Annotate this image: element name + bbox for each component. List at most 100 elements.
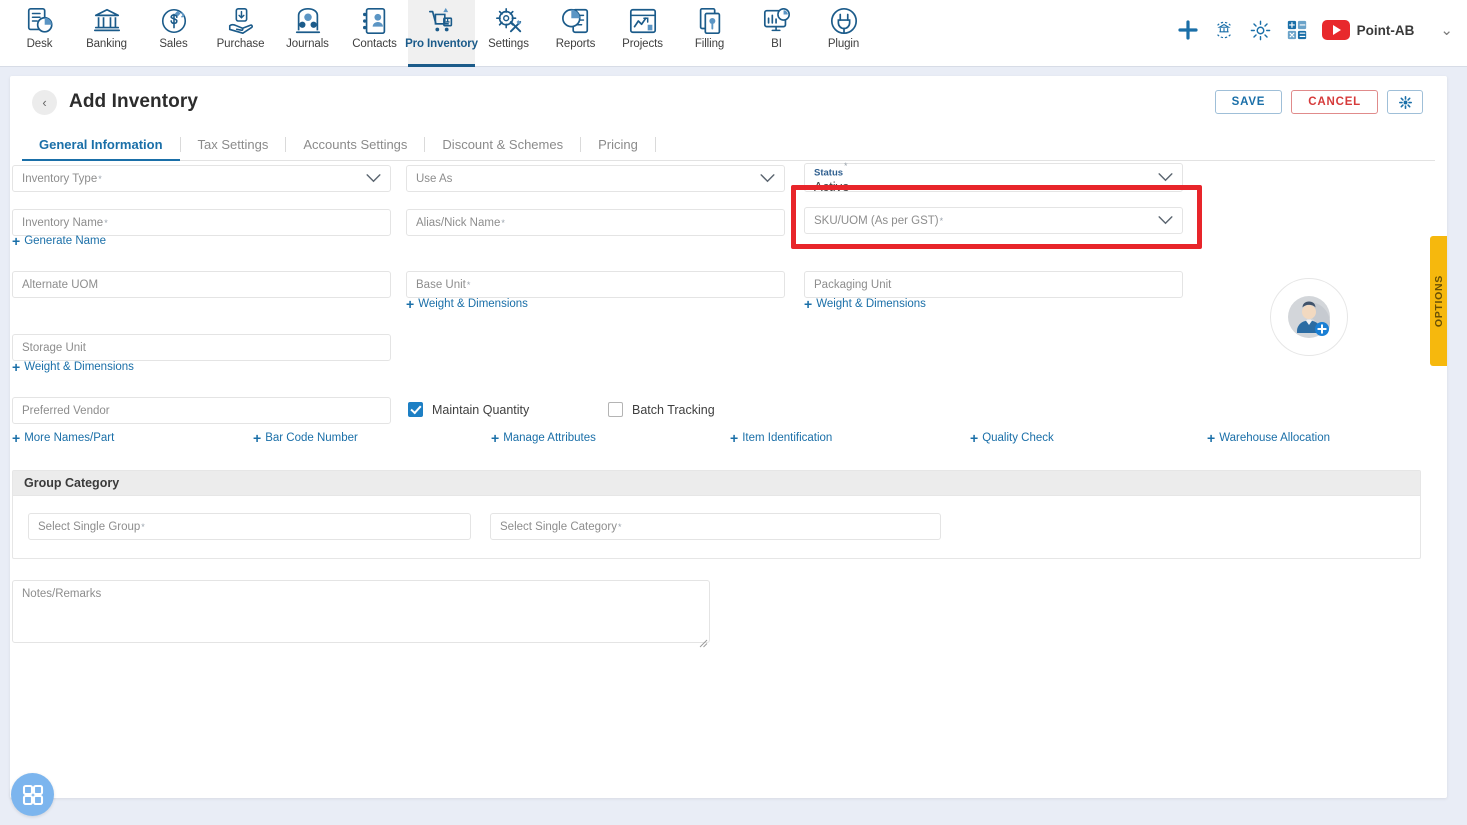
maintain-quantity-checkbox[interactable]: Maintain Quantity — [408, 402, 529, 417]
plus-icon: + — [491, 430, 500, 446]
user-name-label: Point-AB — [1356, 22, 1415, 38]
use-as-select[interactable]: Use As — [406, 165, 785, 192]
action-link-label: Bar Code Number — [265, 432, 358, 444]
plus-icon: + — [1207, 430, 1216, 446]
action-link-bar-code-number[interactable]: + Bar Code Number — [253, 431, 358, 445]
calculator-icon[interactable] — [1286, 19, 1308, 41]
nav-item-purchase[interactable]: Purchase — [207, 0, 274, 67]
nav-item-label: Sales — [159, 38, 188, 50]
nav-item-contacts[interactable]: Contacts — [341, 0, 408, 67]
avatar[interactable] — [1270, 278, 1348, 356]
inventory-type-placeholder: Inventory Type — [22, 172, 98, 185]
action-link-warehouse-allocation[interactable]: + Warehouse Allocation — [1207, 431, 1330, 445]
nav-item-label: Plugin — [827, 38, 860, 50]
select-single-group-placeholder: Select Single Group — [38, 520, 141, 533]
checkbox-box — [408, 402, 423, 417]
action-link-more-names-part[interactable]: + More Names/Part — [12, 431, 114, 445]
nav-item-settings[interactable]: Settings — [475, 0, 542, 67]
nav-item-pro-inventory[interactable]: Pro Inventory — [405, 0, 478, 67]
use-as-placeholder: Use As — [416, 172, 453, 185]
chevron-down-icon[interactable]: ⌄ — [1440, 21, 1453, 39]
nav-item-label: Banking — [86, 38, 127, 50]
inventory-icon — [427, 6, 457, 36]
action-link-item-identification[interactable]: + Item Identification — [730, 431, 832, 445]
gear-icon[interactable] — [1249, 19, 1272, 42]
nav-item-desk[interactable]: Desk — [6, 0, 73, 67]
packaging-unit-placeholder: Packaging Unit — [814, 278, 892, 291]
alternate-uom-input[interactable]: Alternate UOM — [12, 271, 391, 298]
apps-fab-button[interactable] — [11, 773, 54, 816]
tab-pricing[interactable]: Pricing — [581, 128, 655, 160]
action-link-quality-check[interactable]: + Quality Check — [970, 431, 1054, 445]
required-asterisk: * — [617, 521, 622, 532]
tab-tax-settings[interactable]: Tax Settings — [181, 128, 286, 160]
base-unit-input[interactable]: Base Unit * — [406, 271, 785, 298]
options-side-tab[interactable]: OPTIONS — [1430, 236, 1447, 366]
header-action-buttons: SAVE CANCEL — [1214, 90, 1423, 114]
contacts-icon — [360, 6, 390, 36]
sku-uom-select[interactable]: SKU/UOM (As per GST) * — [804, 207, 1183, 234]
nav-right-actions: Point-AB ⌄ — [1177, 0, 1467, 60]
bank-refresh-icon[interactable] — [1213, 19, 1235, 41]
select-single-group-input[interactable]: Select Single Group * — [28, 513, 471, 540]
weight-dimensions-storage-link[interactable]: + Weight & Dimensions — [12, 360, 134, 374]
select-single-category-input[interactable]: Select Single Category * — [490, 513, 941, 540]
maintain-quantity-label: Maintain Quantity — [432, 402, 530, 417]
chevron-down-icon — [760, 174, 775, 183]
reports-icon — [561, 6, 591, 36]
weight-dimensions-packaging-link[interactable]: + Weight & Dimensions — [804, 297, 926, 311]
required-asterisk: * — [466, 279, 471, 290]
page-header: ‹ Add Inventory SAVE CANCEL — [10, 76, 1447, 128]
base-unit-placeholder: Base Unit — [416, 278, 466, 291]
inventory-name-input[interactable]: Inventory Name * — [12, 209, 391, 236]
tab-accounts-settings[interactable]: Accounts Settings — [286, 128, 424, 160]
youtube-icon[interactable] — [1321, 20, 1350, 40]
status-select[interactable]: Status* Active — [804, 161, 1183, 195]
generate-name-link[interactable]: + Generate Name — [12, 234, 106, 248]
user-profile-chip[interactable]: Point-AB — [1321, 20, 1415, 40]
back-button[interactable]: ‹ — [32, 89, 57, 115]
nav-item-banking[interactable]: Banking — [73, 0, 140, 67]
required-asterisk: * — [98, 173, 102, 184]
content-card: ‹ Add Inventory SAVE CANCEL General Info… — [10, 76, 1447, 798]
nav-item-plugin[interactable]: Plugin — [810, 0, 877, 67]
nav-item-journals[interactable]: Journals — [274, 0, 341, 67]
packaging-unit-input[interactable]: Packaging Unit — [804, 271, 1183, 298]
plus-icon[interactable] — [1177, 19, 1199, 41]
save-button[interactable]: SAVE — [1214, 90, 1283, 114]
nav-item-sales[interactable]: Sales — [140, 0, 207, 67]
nav-item-bi[interactable]: BI — [743, 0, 810, 67]
weight-dimensions-base-link[interactable]: + Weight & Dimensions — [406, 297, 528, 311]
checkbox-box — [608, 402, 623, 417]
group-category-title: Group Category — [13, 471, 1420, 496]
settings-gear-button[interactable] — [1387, 90, 1423, 114]
preferred-vendor-input[interactable]: Preferred Vendor — [12, 397, 391, 424]
tab-general-information[interactable]: General Information — [22, 128, 180, 161]
cancel-button[interactable]: CANCEL — [1291, 90, 1378, 114]
nav-item-label: Settings — [488, 38, 529, 50]
alias-nick-name-input[interactable]: Alias/Nick Name * — [406, 209, 785, 236]
tab-discount-schemes[interactable]: Discount & Schemes — [425, 128, 580, 160]
preferred-vendor-placeholder: Preferred Vendor — [22, 404, 110, 417]
plus-icon: + — [12, 359, 21, 375]
alternate-uom-placeholder: Alternate UOM — [22, 278, 99, 291]
inventory-type-select[interactable]: Inventory Type * — [12, 165, 391, 192]
plus-icon: + — [730, 430, 739, 446]
sku-uom-placeholder: SKU/UOM (As per GST) — [814, 214, 939, 227]
nav-item-label: Purchase — [216, 38, 265, 50]
nav-item-filling[interactable]: Filling — [676, 0, 743, 67]
generate-name-label: Generate Name — [24, 235, 107, 247]
nav-item-reports[interactable]: Reports — [542, 0, 609, 67]
weight-dimensions-base-label: Weight & Dimensions — [418, 298, 528, 310]
action-link-label: Item Identification — [742, 432, 833, 444]
storage-unit-input[interactable]: Storage Unit — [12, 334, 391, 361]
storage-unit-placeholder: Storage Unit — [22, 341, 86, 354]
nav-item-projects[interactable]: Projects — [609, 0, 676, 67]
action-link-manage-attributes[interactable]: + Manage Attributes — [491, 431, 596, 445]
action-link-label: Quality Check — [982, 432, 1054, 444]
journals-icon — [293, 6, 323, 36]
action-link-label: More Names/Part — [24, 432, 115, 444]
batch-tracking-checkbox[interactable]: Batch Tracking — [608, 402, 715, 417]
status-value: Active — [814, 179, 850, 195]
notes-remarks-textarea[interactable] — [12, 580, 710, 643]
